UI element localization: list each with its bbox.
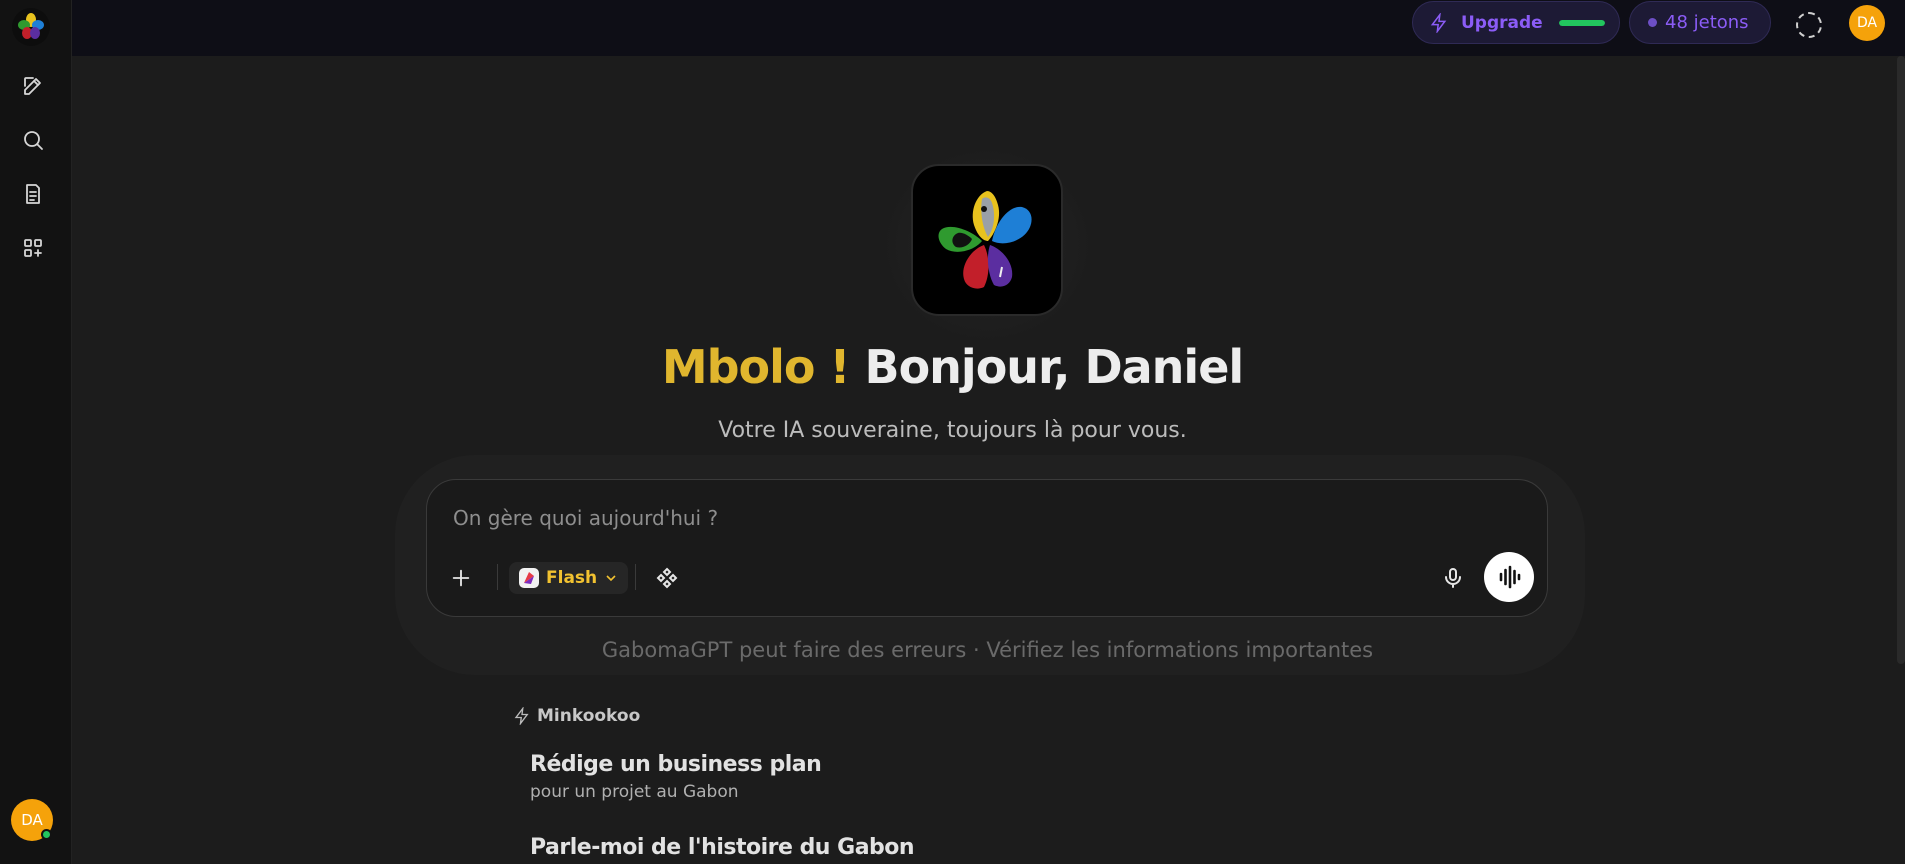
suggestion-item[interactable]: Rédige un business plan pour un projet a…: [530, 752, 822, 802]
suggestion-item[interactable]: Parle-moi de l'histoire du Gabon: [530, 835, 915, 860]
apps-button[interactable]: [17, 232, 49, 264]
model-icon: [519, 568, 539, 588]
lightning-icon: [1430, 12, 1447, 33]
tokens-dot-icon: [1648, 18, 1657, 27]
tokens-label: 48 jetons: [1665, 12, 1749, 33]
suggestions-heading-label: Minkookoo: [537, 706, 641, 726]
model-selector[interactable]: Flash: [509, 562, 629, 594]
tokens-badge[interactable]: 48 jetons: [1629, 1, 1771, 44]
divider: [497, 564, 498, 590]
profile-avatar-button[interactable]: DA: [1849, 5, 1885, 41]
search-icon: [24, 131, 43, 150]
avatar-initials: DA: [21, 811, 43, 829]
hero-logo: [911, 164, 1063, 316]
loading-spinner-icon: [1796, 12, 1822, 38]
upgrade-label: Upgrade: [1461, 12, 1543, 33]
apps-grid-icon: [24, 239, 42, 257]
lightning-icon: [514, 707, 529, 725]
suggestion-subtitle: pour un projet au Gabon: [530, 782, 739, 802]
suggestion-title: Rédige un business plan: [530, 752, 822, 777]
document-icon: [26, 184, 40, 204]
tools-diamond-icon: [656, 567, 678, 589]
search-button[interactable]: [17, 124, 49, 156]
documents-button[interactable]: [17, 178, 49, 210]
plus-icon: [452, 569, 470, 587]
new-chat-button[interactable]: [17, 70, 49, 102]
disclaimer-text: GabomaGPT peut faire des erreurs · Vérif…: [601, 638, 1374, 662]
gabomagpt-logo-icon: [938, 191, 1032, 289]
edit-icon: [24, 77, 41, 95]
upgrade-progress-fill: [1558, 19, 1605, 26]
upgrade-progress-bar: [1558, 19, 1605, 26]
greeting-heading: Mbolo ! Bonjour, Daniel: [0, 340, 1905, 394]
greeting-accent: Mbolo !: [661, 340, 851, 394]
tools-button[interactable]: [651, 562, 683, 594]
model-label: Flash: [546, 568, 598, 588]
greeting-subtitle: Votre IA souveraine, toujours là pour vo…: [718, 418, 1187, 443]
audio-waveform-icon: [1499, 565, 1521, 589]
chevron-down-icon: [606, 575, 616, 582]
online-status-dot: [41, 829, 52, 840]
chat-composer: Flash: [426, 479, 1548, 617]
greeting-name: Bonjour, Daniel: [864, 340, 1245, 394]
sidebar-avatar[interactable]: DA: [11, 799, 53, 841]
attach-button[interactable]: [445, 562, 477, 594]
suggestions-heading: Minkookoo: [513, 706, 640, 726]
microphone-button[interactable]: [1437, 562, 1469, 594]
microphone-icon: [1445, 568, 1461, 588]
voice-mode-button[interactable]: [1484, 552, 1534, 602]
suggestion-title: Parle-moi de l'histoire du Gabon: [530, 835, 915, 860]
upgrade-button[interactable]: Upgrade: [1412, 1, 1620, 44]
avatar-initials: DA: [1856, 15, 1878, 31]
chat-input[interactable]: [453, 498, 1513, 538]
divider: [635, 564, 636, 590]
app-logo[interactable]: [12, 8, 50, 46]
